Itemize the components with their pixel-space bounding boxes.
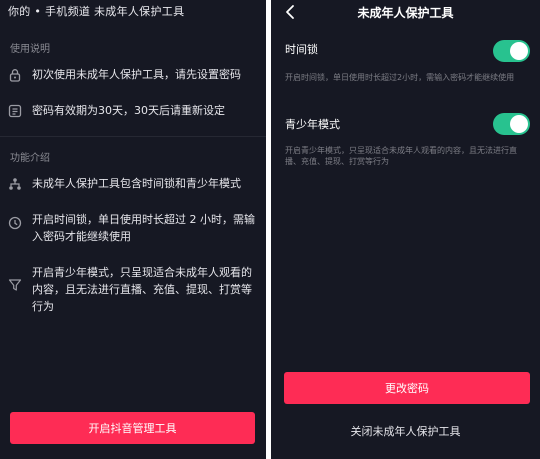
intro-screen: 你的 • 手机频道 未成年人保护工具 使用说明 初次使用未成年人保护工具，请先设…: [0, 0, 266, 459]
feature-item-text: 开启时间锁，单日使用时长超过 2 小时，需输入密码才能继续使用: [32, 213, 255, 243]
toggle-knob: [510, 115, 528, 133]
change-password-button[interactable]: 更改密码: [284, 372, 530, 404]
close-tool-link[interactable]: 关闭未成年人保护工具: [271, 423, 540, 439]
toggle-knob: [510, 42, 528, 60]
feature-item-tools: 未成年人保护工具包含时间锁和青少年模式: [8, 175, 258, 192]
teen-mode-label: 青少年模式: [285, 118, 340, 131]
usage-item-text: 初次使用未成年人保护工具，请先设置密码: [32, 68, 241, 81]
password-icon: [8, 104, 22, 118]
page-title: 未成年人保护工具: [357, 6, 454, 20]
hierarchy-icon: [8, 177, 22, 191]
teen-mode-toggle[interactable]: [493, 113, 530, 135]
feature-item-text: 开启青少年模式，只呈现适合未成年人观看的内容，且无法进行直播、充值、提现、打赏等…: [32, 266, 252, 313]
teen-mode-description: 开启青少年模式，只呈现适合未成年人观看的内容，且无法进行直播、充值、提现、打赏等…: [285, 146, 517, 166]
time-lock-label: 时间锁: [285, 43, 318, 56]
usage-item-password: 密码有效期为30天，30天后请重新设定: [8, 102, 258, 119]
feature-item-time-lock: 开启时间锁，单日使用时长超过 2 小时，需输入密码才能继续使用: [8, 211, 258, 245]
usage-item-text: 密码有效期为30天，30天后请重新设定: [32, 104, 225, 117]
usage-item-lock: 初次使用未成年人保护工具，请先设置密码: [8, 66, 258, 83]
section-divider: [0, 136, 266, 137]
feature-item-text: 未成年人保护工具包含时间锁和青少年模式: [32, 177, 241, 190]
feature-item-teen-mode: 开启青少年模式，只呈现适合未成年人观看的内容，且无法进行直播、充值、提现、打赏等…: [8, 264, 258, 315]
clock-icon: [8, 216, 22, 230]
enable-tool-button[interactable]: 开启抖音管理工具: [10, 412, 255, 444]
settings-screen: 未成年人保护工具 时间锁 开启时间锁，单日使用时长超过2小时，需输入密码才能继续…: [271, 0, 540, 459]
usage-section-label: 使用说明: [10, 44, 50, 55]
features-section-label: 功能介绍: [10, 153, 50, 164]
lock-icon: [8, 68, 22, 82]
filter-icon: [8, 278, 22, 292]
time-lock-toggle[interactable]: [493, 40, 530, 62]
time-lock-description: 开启时间锁，单日使用时长超过2小时，需输入密码才能继续使用: [285, 73, 515, 82]
page-title: 你的 • 手机频道 未成年人保护工具: [8, 5, 185, 18]
